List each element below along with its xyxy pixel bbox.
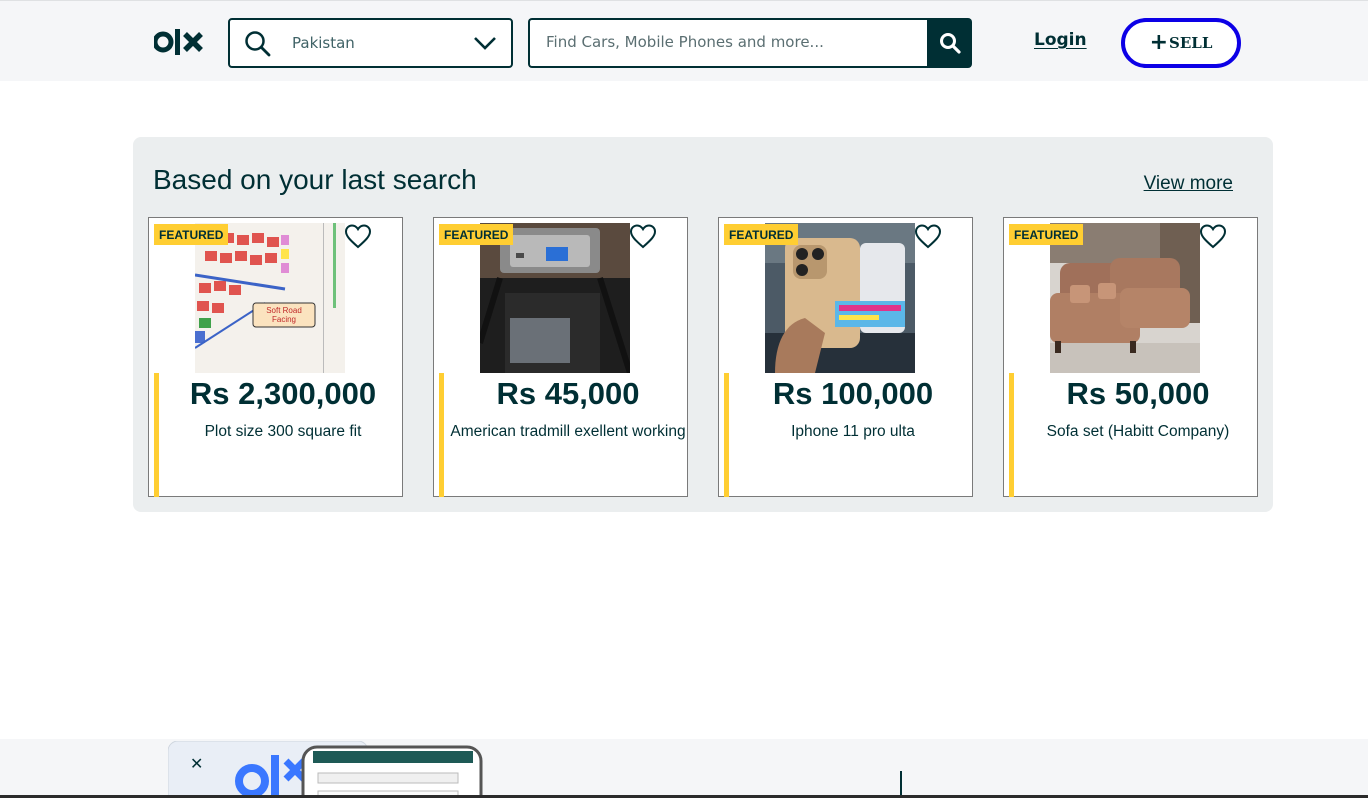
section-title: Based on your last search [153, 164, 477, 195]
listing-image-treadmill [480, 223, 630, 373]
featured-badge: FEATURED [154, 224, 229, 245]
listing-image-plot-map: Soft Road Facing [195, 223, 345, 373]
featured-badge: FEATURED [724, 224, 799, 245]
view-more-link[interactable]: View more [1144, 173, 1233, 195]
listing-price: Rs 2,300,000 [189, 376, 377, 411]
listing-price: Rs 45,000 [496, 376, 640, 411]
search-box [528, 18, 928, 68]
search-input[interactable] [546, 20, 916, 64]
sell-label: SELL [1169, 34, 1213, 52]
featured-badge: FEATURED [1009, 224, 1084, 245]
app-promo-footer: ✕ [0, 739, 1368, 798]
listing-title: Plot size 300 square fit [204, 423, 362, 440]
listing-card[interactable]: Soft Road Facing FEATURED Rs 2,300,000 P… [148, 217, 403, 497]
heart-icon[interactable] [629, 223, 657, 249]
svg-text:Facing: Facing [272, 315, 296, 324]
login-link[interactable]: Login [1034, 30, 1087, 50]
search-icon [939, 33, 961, 54]
search-icon [245, 31, 271, 57]
listing-card[interactable]: FEATURED Rs 45,000 American tradmill exe… [433, 217, 688, 497]
heart-icon[interactable] [1199, 223, 1227, 249]
heart-icon[interactable] [344, 223, 372, 249]
olx-logo[interactable] [154, 27, 208, 57]
svg-text:✕: ✕ [190, 754, 203, 773]
sell-button[interactable]: + SELL [1121, 18, 1241, 68]
listing-title: Sofa set (Habitt Company) [1046, 423, 1230, 440]
listing-title: Iphone 11 pro ulta [791, 423, 915, 440]
location-value: Pakistan [292, 34, 355, 52]
location-select[interactable]: Pakistan [228, 18, 513, 68]
heart-icon[interactable] [914, 223, 942, 249]
listing-image-sofa [1050, 223, 1200, 373]
phone-mockup-image: ✕ [168, 741, 483, 798]
last-search-section: Based on your last search View more Soft… [133, 137, 1273, 512]
search-button[interactable] [927, 18, 972, 68]
listing-image-iphone [765, 223, 915, 373]
listing-price: Rs 50,000 [1066, 376, 1210, 411]
top-navbar: Pakistan Login + SELL [0, 0, 1368, 81]
listing-card[interactable]: FEATURED Rs 50,000 Sofa set (Habitt Comp… [1003, 217, 1258, 497]
featured-badge: FEATURED [439, 224, 514, 245]
listing-card[interactable]: FEATURED Rs 100,000 Iphone 11 pro ulta [718, 217, 973, 497]
listing-title: American tradmill exellent working [450, 423, 686, 440]
plus-icon: + [1149, 30, 1169, 55]
footer-divider [900, 771, 902, 798]
listing-price: Rs 100,000 [772, 376, 934, 411]
svg-text:Soft Road: Soft Road [266, 306, 302, 315]
chevron-down-icon [474, 37, 496, 50]
